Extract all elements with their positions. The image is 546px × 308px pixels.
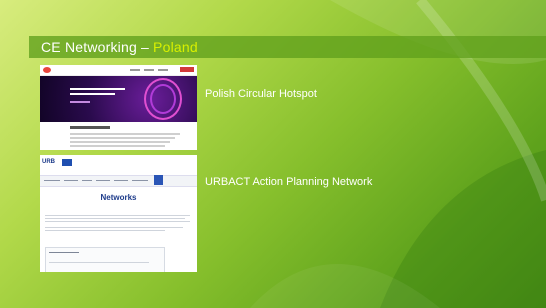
site-header — [40, 65, 197, 76]
urbact-network-caption: URBACT Action Planning Network — [205, 176, 373, 188]
search-icon — [154, 175, 163, 185]
header-button — [180, 67, 194, 72]
networks-page-title: Networks — [100, 193, 137, 202]
filter-box — [45, 247, 165, 272]
slide-title: CE Networking – — [41, 39, 150, 55]
slide-title-bar: CE Networking – Poland — [29, 36, 546, 58]
eu-flag-icon — [62, 159, 72, 166]
urbact-logo: URB — [42, 159, 55, 165]
page-heading — [70, 126, 110, 129]
urbact-networks-screenshot[interactable]: URB Networks — [40, 155, 197, 272]
slide-title-accent: Poland — [153, 39, 198, 55]
site-logo-icon — [43, 67, 51, 73]
hero-banner — [40, 76, 197, 122]
polish-circular-hotspot-caption: Polish Circular Hotspot — [205, 88, 317, 100]
polish-circular-hotspot-screenshot[interactable] — [40, 65, 197, 150]
site-nav-bar — [40, 175, 197, 187]
